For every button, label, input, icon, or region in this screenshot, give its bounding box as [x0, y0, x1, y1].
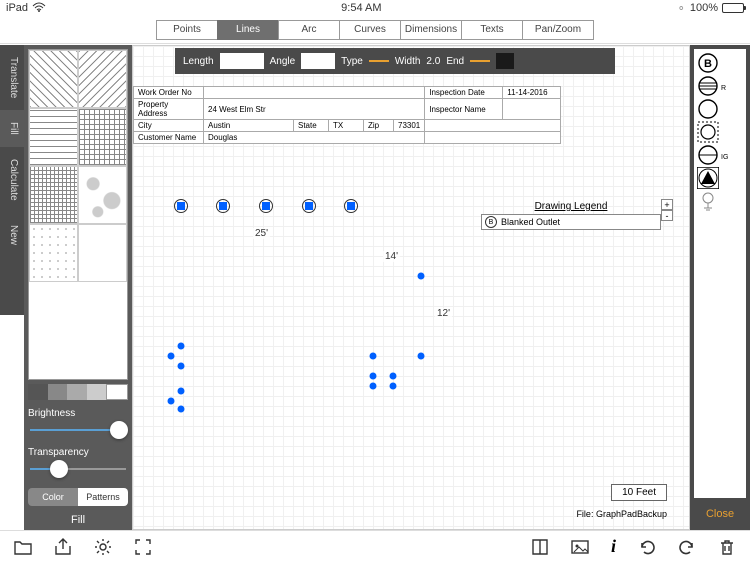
image-icon[interactable]: [571, 538, 589, 556]
pattern-dots[interactable]: [29, 224, 78, 282]
svg-text:IG: IG: [721, 154, 728, 161]
dim-12: 12': [435, 308, 452, 319]
battery-percent: 100%: [690, 2, 718, 14]
symbol-r[interactable]: R: [697, 75, 727, 97]
legend-plus[interactable]: +: [661, 199, 673, 210]
angle-input[interactable]: [301, 53, 335, 69]
width-value[interactable]: 2.0: [426, 56, 440, 67]
fill-footer-label: Fill: [28, 514, 128, 526]
undo-icon[interactable]: [638, 538, 656, 556]
tab-new[interactable]: New: [0, 213, 24, 257]
tool-texts[interactable]: Texts: [461, 20, 523, 40]
drawing-canvas[interactable]: Work Order NoInspection Date11-14-2016 P…: [132, 45, 690, 530]
symbol-list: B R IG: [694, 49, 746, 498]
symbol-ground[interactable]: [697, 190, 719, 212]
wifi-icon: [32, 2, 46, 15]
bottom-toolbar: i: [0, 530, 750, 562]
toggle-patterns[interactable]: Patterns: [78, 488, 128, 506]
tool-dimensions[interactable]: Dimensions: [400, 20, 462, 40]
pattern-grid: [28, 49, 128, 380]
toggle-color[interactable]: Color: [28, 488, 78, 506]
tab-fill[interactable]: Fill: [0, 110, 24, 147]
tool-points[interactable]: Points: [156, 20, 218, 40]
fill-panel: Brightness Transparency Color Patterns F…: [24, 45, 132, 530]
angle-label: Angle: [270, 56, 296, 67]
end-label: End: [446, 56, 464, 67]
legend-controls[interactable]: + -: [661, 199, 673, 221]
trash-icon[interactable]: [718, 538, 736, 556]
fullscreen-icon[interactable]: [134, 538, 152, 556]
symbol-circle[interactable]: [697, 98, 719, 120]
transparency-slider[interactable]: [28, 460, 128, 478]
tab-calculate[interactable]: Calculate: [0, 147, 24, 213]
pattern-blank[interactable]: [78, 224, 127, 282]
tool-arc[interactable]: Arc: [278, 20, 340, 40]
line-end-preview[interactable]: [470, 60, 490, 62]
close-button[interactable]: Close: [706, 498, 734, 530]
pattern-hatch[interactable]: [29, 166, 78, 224]
clock: 9:54 AM: [341, 2, 381, 14]
symbol-ig[interactable]: IG: [697, 144, 731, 166]
brightness-slider[interactable]: [28, 421, 128, 439]
device-label: iPad: [6, 2, 28, 14]
drawing-legend: Drawing Legend B Blanked Outlet: [481, 201, 661, 230]
tool-toolbar: Points Lines Arc Curves Dimensions Texts…: [0, 16, 750, 44]
dim-25: 25': [253, 228, 270, 239]
transparency-label: Transparency: [28, 447, 128, 458]
left-tabs: Translate Fill Calculate New: [0, 45, 24, 315]
pattern-grid-fine[interactable]: [78, 108, 127, 166]
dim-14: 14': [383, 251, 400, 262]
brightness-label: Brightness: [28, 408, 128, 419]
pattern-stone[interactable]: [78, 166, 127, 224]
tool-panzoom[interactable]: Pan/Zoom: [522, 20, 594, 40]
pattern-lines[interactable]: [29, 108, 78, 166]
svg-text:B: B: [704, 58, 712, 70]
tool-curves[interactable]: Curves: [339, 20, 401, 40]
gray-swatches[interactable]: [28, 384, 128, 400]
line-type-preview[interactable]: [369, 60, 389, 62]
symbol-triangle-selected[interactable]: [697, 167, 719, 189]
bookmark-icon[interactable]: [531, 538, 549, 556]
redo-icon[interactable]: [678, 538, 696, 556]
pattern-diagonal-2[interactable]: [78, 50, 127, 108]
settings-icon[interactable]: [94, 538, 112, 556]
tab-translate[interactable]: Translate: [0, 45, 24, 110]
tool-lines[interactable]: Lines: [217, 20, 279, 40]
scale-indicator: 10 Feet: [611, 484, 667, 501]
width-label: Width: [395, 56, 421, 67]
legend-minus[interactable]: -: [661, 210, 673, 221]
symbol-b-outlet[interactable]: B: [697, 52, 719, 74]
length-input[interactable]: [220, 53, 264, 69]
symbol-circle-dashed[interactable]: [697, 121, 719, 143]
file-label: File: GraphPadBackup: [576, 509, 667, 519]
battery-icon: [722, 3, 744, 13]
share-icon[interactable]: [54, 538, 72, 556]
info-icon[interactable]: i: [611, 536, 616, 557]
pattern-diagonal[interactable]: [29, 50, 78, 108]
svg-text:R: R: [721, 85, 726, 92]
symbol-panel: B R IG Close: [690, 45, 750, 530]
color-swatch[interactable]: [496, 53, 514, 69]
color-pattern-toggle[interactable]: Color Patterns: [28, 488, 128, 506]
properties-bar: Length Angle Type Width 2.0 End: [175, 48, 615, 74]
length-label: Length: [183, 56, 214, 67]
bluetooth-icon: ⚬: [677, 2, 686, 15]
status-bar: iPad 9:54 AM ⚬ 100%: [0, 0, 750, 16]
type-label: Type: [341, 56, 363, 67]
folder-icon[interactable]: [14, 538, 32, 556]
